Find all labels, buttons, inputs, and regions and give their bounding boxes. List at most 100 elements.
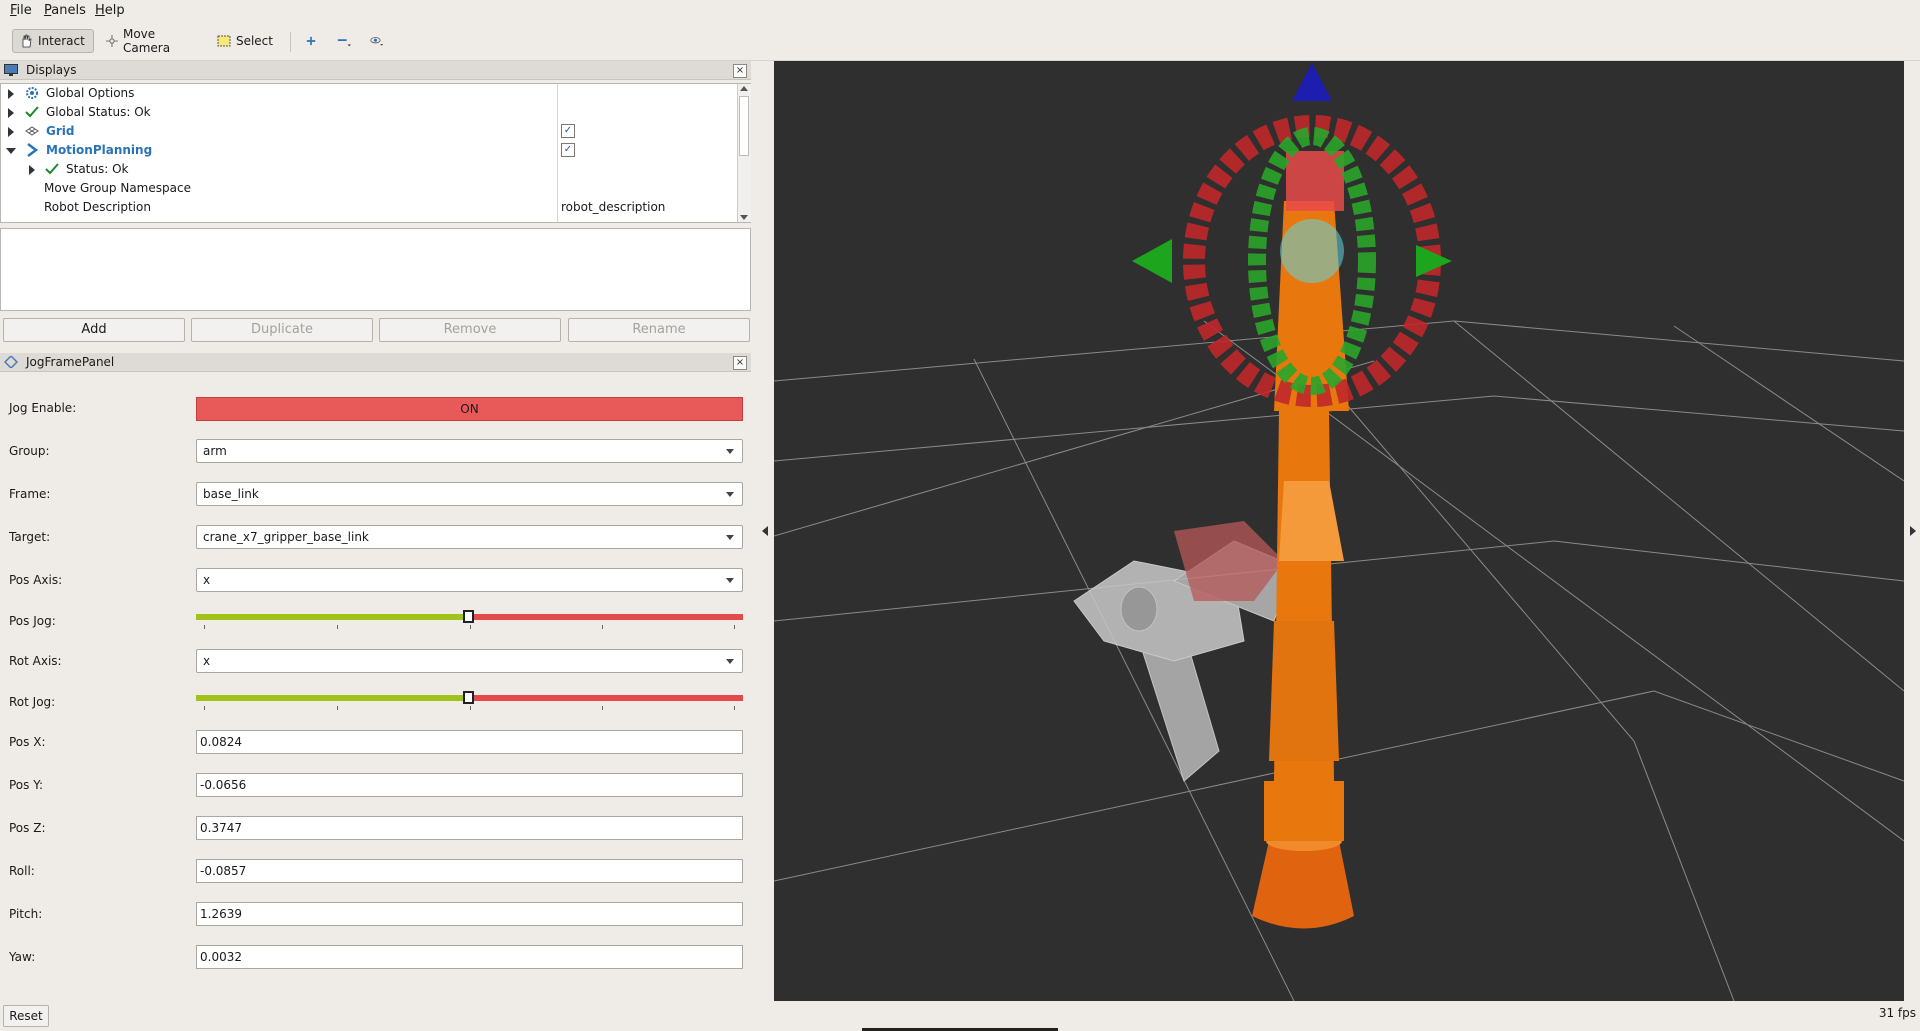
pos-jog-slider[interactable] <box>196 607 743 629</box>
pitch-field[interactable]: 1.2639 <box>196 902 743 926</box>
target-label: Target: <box>9 530 51 544</box>
close-icon[interactable]: × <box>733 356 747 370</box>
roll-label: Roll: <box>9 864 35 878</box>
yaw-field[interactable]: 0.0032 <box>196 945 743 969</box>
pos-y-field[interactable]: -0.0656 <box>196 773 743 797</box>
group-select[interactable]: arm <box>196 439 743 463</box>
displays-title: Displays <box>26 63 77 77</box>
fps-counter: 31 fps <box>1878 1006 1916 1020</box>
slider-handle[interactable] <box>463 691 474 704</box>
slider-right-track <box>470 614 743 620</box>
rot-jog-label: Rot Jog: <box>9 695 56 709</box>
close-icon[interactable]: × <box>733 64 747 78</box>
displays-panel-header: Displays × <box>0 61 751 80</box>
target-select[interactable]: crane_x7_gripper_base_link <box>196 525 743 549</box>
plus-icon <box>306 36 316 46</box>
expand-arrow-icon[interactable] <box>8 127 14 137</box>
tree-row-grid[interactable]: Grid <box>1 122 558 141</box>
pos-axis-value: x <box>203 573 211 587</box>
tree-label: Move Group Namespace <box>44 181 191 195</box>
eye-icon <box>370 37 384 46</box>
remove-button[interactable]: Remove <box>379 318 561 342</box>
tree-row-status[interactable]: Status: Ok <box>1 160 558 179</box>
collapse-left-icon[interactable] <box>762 526 768 536</box>
tree-row-move-group-namespace[interactable]: Move Group Namespace <box>1 179 558 198</box>
move-camera-icon <box>106 35 118 47</box>
move-camera-button[interactable]: Move Camera <box>100 27 200 55</box>
chevron-down-icon <box>726 449 734 454</box>
tree-row-global-status[interactable]: Global Status: Ok <box>1 103 558 122</box>
jog-enable-label: Jog Enable: <box>9 401 77 415</box>
pitch-label: Pitch: <box>9 907 43 921</box>
menu-file[interactable]: File <box>10 3 32 18</box>
slider-left-track <box>196 614 470 620</box>
motionplanning-enable-checkbox[interactable]: ✓ <box>561 143 575 157</box>
expand-arrow-icon[interactable] <box>8 108 14 118</box>
checkmark-icon <box>45 163 59 175</box>
rot-jog-slider[interactable] <box>196 688 743 710</box>
pos-x-field[interactable]: 0.0824 <box>196 730 743 754</box>
description-area <box>0 228 751 311</box>
displays-tree: Global Options Global Status: Ok Grid Mo… <box>0 83 751 223</box>
scrollbar-thumb[interactable] <box>739 96 749 156</box>
menu-panels[interactable]: Panels <box>44 3 86 18</box>
rot-axis-select[interactable]: x <box>196 649 743 673</box>
checkmark-icon <box>25 106 39 118</box>
toolbar: Interact Move Camera Select <box>0 22 1920 61</box>
select-label: Select <box>235 34 273 48</box>
frame-label: Frame: <box>9 487 51 501</box>
menubar: File Panels Help <box>0 0 1920 22</box>
tree-label: Status: Ok <box>66 162 129 176</box>
select-icon <box>217 35 231 47</box>
roll-field[interactable]: -0.0857 <box>196 859 743 883</box>
group-value: arm <box>203 444 227 458</box>
scene-render[interactable] <box>774 61 1904 1001</box>
rot-axis-label: Rot Axis: <box>9 654 62 668</box>
tree-row-global-options[interactable]: Global Options <box>1 84 558 103</box>
pos-z-value: 0.3747 <box>200 821 242 835</box>
interact-button[interactable]: Interact <box>12 29 94 53</box>
collapse-right-icon[interactable] <box>1910 526 1916 536</box>
gear-icon <box>26 87 38 99</box>
motionplanning-icon <box>27 143 39 157</box>
tree-row-robot-description[interactable]: Robot Description robot_description <box>1 198 741 217</box>
tree-label: Global Status: Ok <box>46 105 151 119</box>
3d-viewport[interactable] <box>774 61 1904 1001</box>
add-button[interactable]: Add <box>3 318 185 342</box>
target-value: crane_x7_gripper_base_link <box>203 530 369 544</box>
menu-help[interactable]: Help <box>95 3 125 18</box>
tree-scrollbar[interactable] <box>737 84 751 222</box>
column-divider <box>557 84 558 222</box>
view-options-button[interactable] <box>364 29 390 53</box>
add-tool-button[interactable] <box>300 29 322 53</box>
tree-row-motionplanning[interactable]: MotionPlanning <box>1 141 558 160</box>
pos-x-value: 0.0824 <box>200 735 242 749</box>
pos-y-label: Pos Y: <box>9 778 43 792</box>
frame-select[interactable]: base_link <box>196 482 743 506</box>
tree-label: Grid <box>46 124 75 138</box>
pos-z-field[interactable]: 0.3747 <box>196 816 743 840</box>
reset-button[interactable]: Reset <box>3 1005 49 1027</box>
expand-arrow-icon[interactable] <box>29 165 35 175</box>
grid-enable-checkbox[interactable]: ✓ <box>561 124 575 138</box>
pos-z-label: Pos Z: <box>9 821 46 835</box>
toolbar-divider <box>290 32 291 52</box>
collapse-arrow-icon[interactable] <box>6 148 16 154</box>
jog-enable-toggle[interactable]: ON <box>196 397 743 421</box>
pos-jog-label: Pos Jog: <box>9 614 56 628</box>
yaw-value: 0.0032 <box>200 950 242 964</box>
rename-button[interactable]: Rename <box>568 318 750 342</box>
pos-y-value: -0.0656 <box>200 778 247 792</box>
duplicate-button[interactable]: Duplicate <box>191 318 373 342</box>
chevron-down-icon <box>726 578 734 583</box>
slider-handle[interactable] <box>463 610 474 623</box>
roll-value: -0.0857 <box>200 864 247 878</box>
tree-value[interactable]: robot_description <box>561 200 665 214</box>
goal-state-arm <box>1073 521 1295 782</box>
expand-arrow-icon[interactable] <box>8 89 14 99</box>
tree-label: Robot Description <box>44 200 151 214</box>
pos-axis-select[interactable]: x <box>196 568 743 592</box>
select-button[interactable]: Select <box>211 29 279 53</box>
remove-tool-button[interactable] <box>331 29 357 53</box>
slider-right-track <box>470 695 743 701</box>
